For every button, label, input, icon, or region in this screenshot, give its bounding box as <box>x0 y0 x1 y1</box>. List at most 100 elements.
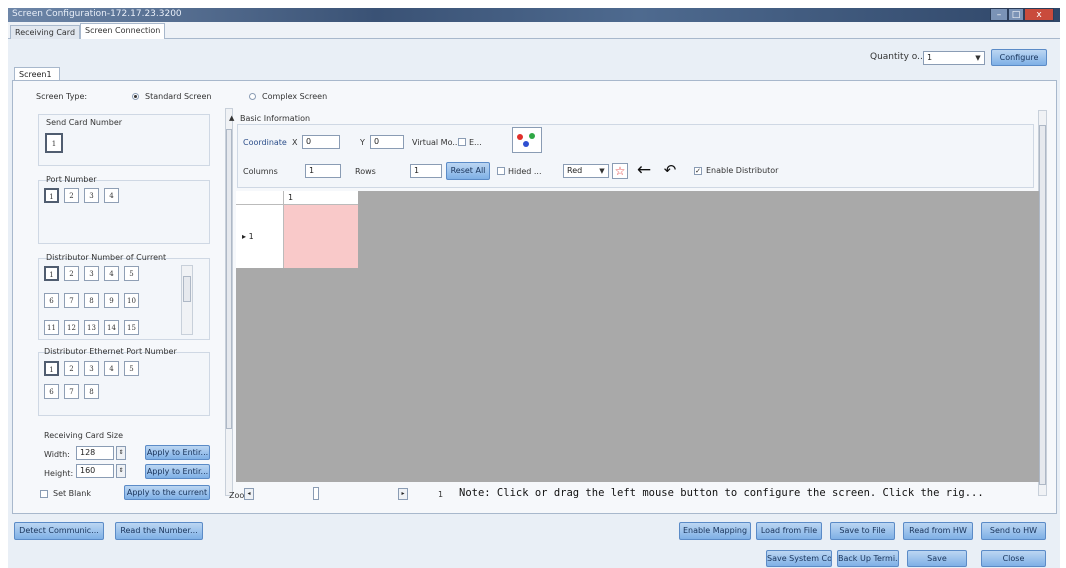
scroll-thumb[interactable] <box>226 129 232 429</box>
ethernet-port-button-8[interactable]: 8 <box>84 384 99 399</box>
ethernet-port-button-3[interactable]: 3 <box>84 361 99 376</box>
minimize-icon[interactable]: – <box>990 8 1008 21</box>
left-panel-scrollbar[interactable] <box>225 108 233 496</box>
detect-communication-button[interactable]: Detect Communic... <box>14 522 104 540</box>
window-controls: – □ x <box>990 8 1054 21</box>
read-number-button[interactable]: Read the Number... <box>115 522 203 540</box>
enable-mapping-button[interactable]: Enable Mapping <box>679 522 751 540</box>
save-button[interactable]: Save <box>907 550 967 567</box>
close-icon[interactable]: x <box>1024 8 1054 21</box>
columns-input[interactable]: 1 <box>305 164 341 178</box>
distributor-button-13[interactable]: 13 <box>84 320 99 335</box>
arrow-left-icon[interactable]: ← <box>634 161 654 181</box>
collapse-icon[interactable]: ▲ <box>229 114 234 122</box>
complex-screen-radio[interactable] <box>249 93 256 100</box>
ethernet-port-button-7[interactable]: 7 <box>64 384 79 399</box>
load-from-file-button[interactable]: Load from File <box>756 522 822 540</box>
ethernet-port-button-1[interactable]: 1 <box>44 361 59 376</box>
distributor-button-9[interactable]: 9 <box>104 293 119 308</box>
distributor-button-15[interactable]: 15 <box>124 320 139 335</box>
quantity-select[interactable]: 1 ▼ <box>923 51 985 65</box>
standard-screen-label: Standard Screen <box>145 92 212 101</box>
rows-input[interactable]: 1 <box>410 164 442 178</box>
status-note: Note: Click or drag the left mouse butto… <box>459 487 984 499</box>
ethernet-port-button-4[interactable]: 4 <box>104 361 119 376</box>
maximize-icon[interactable]: □ <box>1008 8 1024 21</box>
distributor-title: Distributor Number of Current <box>46 253 167 262</box>
coordinate-label: Coordinate <box>243 138 287 147</box>
apply-entire-width-button[interactable]: Apply to Entir... <box>145 445 210 460</box>
width-spinner[interactable]: ⇕ <box>116 446 126 460</box>
apply-current-button[interactable]: Apply to the current <box>124 485 210 500</box>
distributor-button-11[interactable]: 11 <box>44 320 59 335</box>
distributor-button-10[interactable]: 10 <box>124 293 139 308</box>
config-scroll-thumb[interactable] <box>1039 125 1046 485</box>
columns-label: Columns <box>243 167 278 176</box>
distributor-button-2[interactable]: 2 <box>64 266 79 281</box>
tab-receiving-card[interactable]: Receiving Card <box>10 25 81 39</box>
config-scrollbar[interactable] <box>1038 110 1047 496</box>
height-spinner[interactable]: ⇕ <box>116 464 126 478</box>
virtual-mode-label: Virtual Mo... <box>412 138 460 147</box>
port-button-1[interactable]: 1 <box>44 188 59 203</box>
port-button-4[interactable]: 4 <box>104 188 119 203</box>
zoom-left-icon[interactable]: ◂ <box>244 488 254 500</box>
distributor-button-3[interactable]: 3 <box>84 266 99 281</box>
grid-cell[interactable] <box>284 205 358 268</box>
ethernet-port-title: Distributor Ethernet Port Number <box>44 347 177 356</box>
distributor-button-12[interactable]: 12 <box>64 320 79 335</box>
distributor-button-8[interactable]: 8 <box>84 293 99 308</box>
undo-icon[interactable]: ↶ <box>660 161 680 181</box>
distributor-button-1[interactable]: 1 <box>44 266 59 281</box>
tab-strip: Receiving Card Screen Connection <box>8 22 1060 39</box>
e-checkbox[interactable] <box>458 138 466 146</box>
ethernet-port-button-2[interactable]: 2 <box>64 361 79 376</box>
distributor-button-14[interactable]: 14 <box>104 320 119 335</box>
configure-button[interactable]: Configure <box>991 49 1047 66</box>
y-input[interactable]: 0 <box>370 135 404 149</box>
width-input[interactable]: 128 <box>76 446 114 460</box>
set-blank-checkbox[interactable] <box>40 490 48 498</box>
port-button-3[interactable]: 3 <box>84 188 99 203</box>
distributor-button-4[interactable]: 4 <box>104 266 119 281</box>
grid-corner <box>236 191 284 205</box>
x-label: X <box>292 138 298 147</box>
distributor-button-5[interactable]: 5 <box>124 266 139 281</box>
zoom-value: 1 <box>438 490 444 499</box>
distributor-button-6[interactable]: 6 <box>44 293 59 308</box>
distributor-scroll-thumb[interactable] <box>183 276 191 302</box>
read-from-hw-button[interactable]: Read from HW <box>903 522 973 540</box>
standard-screen-radio[interactable] <box>132 93 139 100</box>
x-input[interactable]: 0 <box>302 135 340 149</box>
ethernet-port-button-6[interactable]: 6 <box>44 384 59 399</box>
tab-screen-connection[interactable]: Screen Connection <box>80 23 166 39</box>
zoom-right-icon[interactable]: ▸ <box>398 488 408 500</box>
send-card-number[interactable]: 1 <box>45 133 63 153</box>
basic-info-title: Basic Information <box>240 114 311 123</box>
tab-screen1[interactable]: Screen1 <box>14 67 60 81</box>
close-button[interactable]: Close <box>981 550 1046 567</box>
window-title: Screen Configuration-172.17.23.3200 <box>12 9 182 19</box>
hidden-checkbox[interactable] <box>497 167 505 175</box>
reset-all-button[interactable]: Reset All <box>446 162 490 180</box>
distributor-scrollbar[interactable] <box>181 265 193 335</box>
save-system-config-button[interactable]: Save System Co... <box>766 550 832 567</box>
apply-entire-height-button[interactable]: Apply to Entir... <box>145 464 210 479</box>
send-to-hw-button[interactable]: Send to HW <box>981 522 1046 540</box>
color-select-value: Red <box>567 166 583 175</box>
height-input[interactable]: 160 <box>76 464 114 478</box>
grid-row-header: ▸ 1 <box>236 205 284 268</box>
backup-terminal-button[interactable]: Back Up Termi... <box>837 550 899 567</box>
enable-distributor-checkbox[interactable]: ✓ <box>694 167 702 175</box>
zoom-slider-thumb[interactable] <box>313 487 319 500</box>
ethernet-port-button-5[interactable]: 5 <box>124 361 139 376</box>
color-select[interactable]: Red ▼ <box>563 164 609 178</box>
distributor-button-7[interactable]: 7 <box>64 293 79 308</box>
rows-label: Rows <box>355 167 376 176</box>
star-icon[interactable]: ☆ <box>612 163 628 179</box>
hidden-label: Hided ... <box>508 167 542 176</box>
rc-size-title: Receiving Card Size <box>44 431 123 440</box>
save-to-file-button[interactable]: Save to File <box>830 522 895 540</box>
port-button-2[interactable]: 2 <box>64 188 79 203</box>
color-dots-icon[interactable] <box>512 127 542 153</box>
